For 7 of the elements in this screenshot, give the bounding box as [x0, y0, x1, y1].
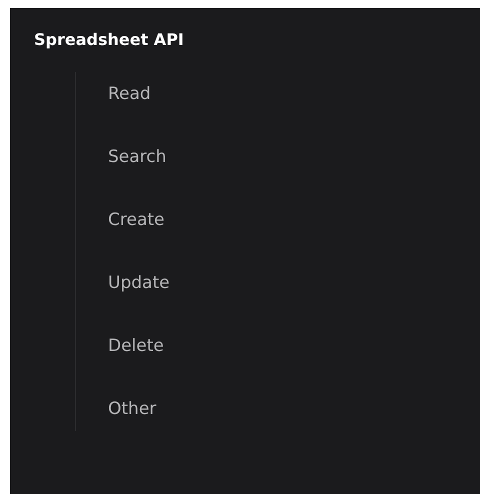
nav-link[interactable]: Read — [108, 83, 275, 105]
nav-link[interactable]: Create — [108, 209, 275, 231]
nav-link[interactable]: Search — [108, 146, 275, 168]
section-title: Spreadsheet API — [34, 30, 185, 50]
nav-link[interactable]: Other — [108, 398, 275, 420]
nav-link[interactable]: Update — [108, 272, 275, 294]
nav-link[interactable]: Delete — [108, 335, 275, 357]
